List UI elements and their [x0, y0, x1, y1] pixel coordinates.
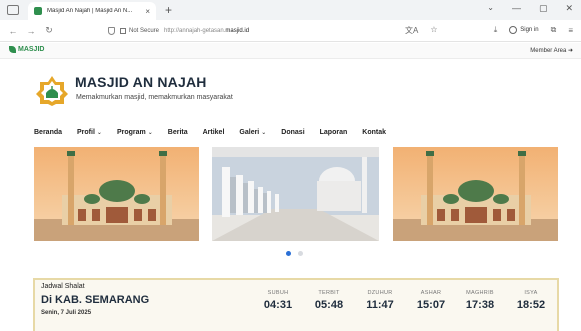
reload-icon[interactable]: ↻: [44, 25, 54, 36]
nav-item-berita[interactable]: Berita: [168, 129, 188, 136]
prayer-name: SUBUH: [267, 290, 289, 296]
profile-icon: [509, 26, 518, 34]
forward-arrow-icon[interactable]: →: [26, 26, 36, 36]
slider-pagination: [286, 251, 303, 256]
not-secure-label: Not Secure: [129, 28, 160, 34]
site-title: MASJID AN NAJAH: [75, 74, 207, 90]
lock-icon: [120, 28, 126, 34]
slider-image-mosque-sunset-2[interactable]: [393, 147, 558, 241]
prayer-time: 17:38: [465, 299, 495, 311]
nav-item-laporan[interactable]: Laporan: [320, 129, 348, 136]
maximize-icon[interactable]: ▢: [539, 3, 548, 14]
tab-close-icon[interactable]: ×: [145, 7, 150, 16]
download-icon[interactable]: ⤓: [494, 25, 498, 35]
prayer-location: Di KAB. SEMARANG: [41, 294, 150, 306]
prayer-time-maghrib: MAGHRIB 17:38: [455, 290, 505, 311]
slider-dot-1[interactable]: [286, 251, 291, 256]
prayer-name: ASHAR: [420, 290, 442, 296]
chevron-down-icon: ⌄: [261, 130, 267, 136]
prayer-name: DZUHUR: [367, 290, 393, 296]
brand-text: MASJID: [18, 46, 45, 53]
prayer-time-ashar: ASHAR 15:07: [406, 290, 456, 311]
prayer-time: 11:47: [366, 299, 394, 311]
prayer-time-terbit: TERBIT 05:48: [304, 290, 354, 311]
chevron-down-icon: ⌄: [96, 130, 102, 136]
address-bar: ← → ↻ Not Secure http://annajah-getasan.…: [0, 20, 581, 42]
prayer-schedule-panel: Jadwal Shalat Di KAB. SEMARANG Senin, 7 …: [33, 278, 559, 331]
prayer-date: Senin, 7 Juli 2025: [41, 310, 92, 316]
prayer-name: TERBIT: [318, 290, 340, 296]
member-area-link[interactable]: Member Area ➜: [530, 47, 573, 54]
prayer-time: 04:31: [263, 299, 293, 311]
brand-logo[interactable]: MASJID: [9, 46, 44, 53]
prayer-name: MAGHRIB: [466, 290, 494, 296]
site-favicon-icon: [34, 7, 42, 15]
translate-icon[interactable]: 文A: [405, 25, 418, 36]
prayer-time-subuh: SUBUH 04:31: [253, 290, 303, 311]
menu-icon[interactable]: ≡: [568, 26, 573, 35]
prayer-time: 05:48: [314, 299, 344, 311]
shield-icon: [108, 27, 115, 35]
browser-tab[interactable]: Masjid An Najah | Masjid An N... ×: [28, 2, 156, 20]
tab-title: Masjid An Najah | Masjid An N...: [47, 8, 133, 14]
mosque-logo-icon[interactable]: [36, 76, 68, 106]
slider-image-mosque-sunset[interactable]: [34, 147, 199, 241]
main-navigation: Beranda Profil ⌄ Program ⌄ Berita Artikel …: [34, 129, 401, 136]
prayer-schedule-label: Jadwal Shalat: [41, 283, 85, 290]
tab-list-chevron-icon[interactable]: ⌄: [487, 3, 494, 14]
nav-item-program[interactable]: Program ⌄: [117, 129, 153, 136]
site-top-strip: MASJID Member Area ➜: [0, 43, 581, 59]
nav-item-profil[interactable]: Profil ⌄: [77, 129, 102, 136]
leaf-icon: [9, 46, 16, 53]
nav-item-kontak[interactable]: Kontak: [362, 129, 386, 136]
slider-image-white-mosque[interactable]: [212, 147, 379, 241]
url-text: http://annajah-getasan.masjid.id: [164, 28, 250, 34]
nav-item-donasi[interactable]: Donasi: [281, 129, 304, 136]
prayer-time: 18:52: [516, 299, 546, 311]
window-controls: ⌄ — ▢ ✕: [487, 3, 573, 14]
site-subtitle: Memakmurkan masjid, memakmurkan masyarak…: [76, 94, 233, 101]
browser-tab-bar: Masjid An Najah | Masjid An N... × + ⌄ —…: [0, 0, 581, 20]
slider-dot-2[interactable]: [298, 251, 303, 256]
nav-item-beranda[interactable]: Beranda: [34, 129, 62, 136]
extensions-icon[interactable]: ⧉: [551, 25, 557, 35]
workspaces-icon[interactable]: [7, 5, 19, 15]
prayer-time-dzuhur: DZUHUR 11:47: [355, 290, 405, 311]
nav-item-artikel[interactable]: Artikel: [203, 129, 225, 136]
prayer-time-isya: ISYA 18:52: [506, 290, 556, 311]
prayer-time: 15:07: [416, 299, 446, 311]
new-tab-button[interactable]: +: [165, 4, 172, 16]
sign-in-button[interactable]: Sign in: [509, 26, 539, 34]
prayer-name: ISYA: [524, 290, 538, 296]
back-arrow-icon[interactable]: ←: [8, 26, 18, 36]
minimize-icon[interactable]: —: [512, 3, 521, 14]
chevron-down-icon: ⌄: [147, 130, 153, 136]
nav-item-galeri[interactable]: Galeri ⌄: [239, 129, 266, 136]
close-window-icon[interactable]: ✕: [565, 3, 573, 14]
bookmark-star-icon[interactable]: ☆: [430, 25, 437, 36]
